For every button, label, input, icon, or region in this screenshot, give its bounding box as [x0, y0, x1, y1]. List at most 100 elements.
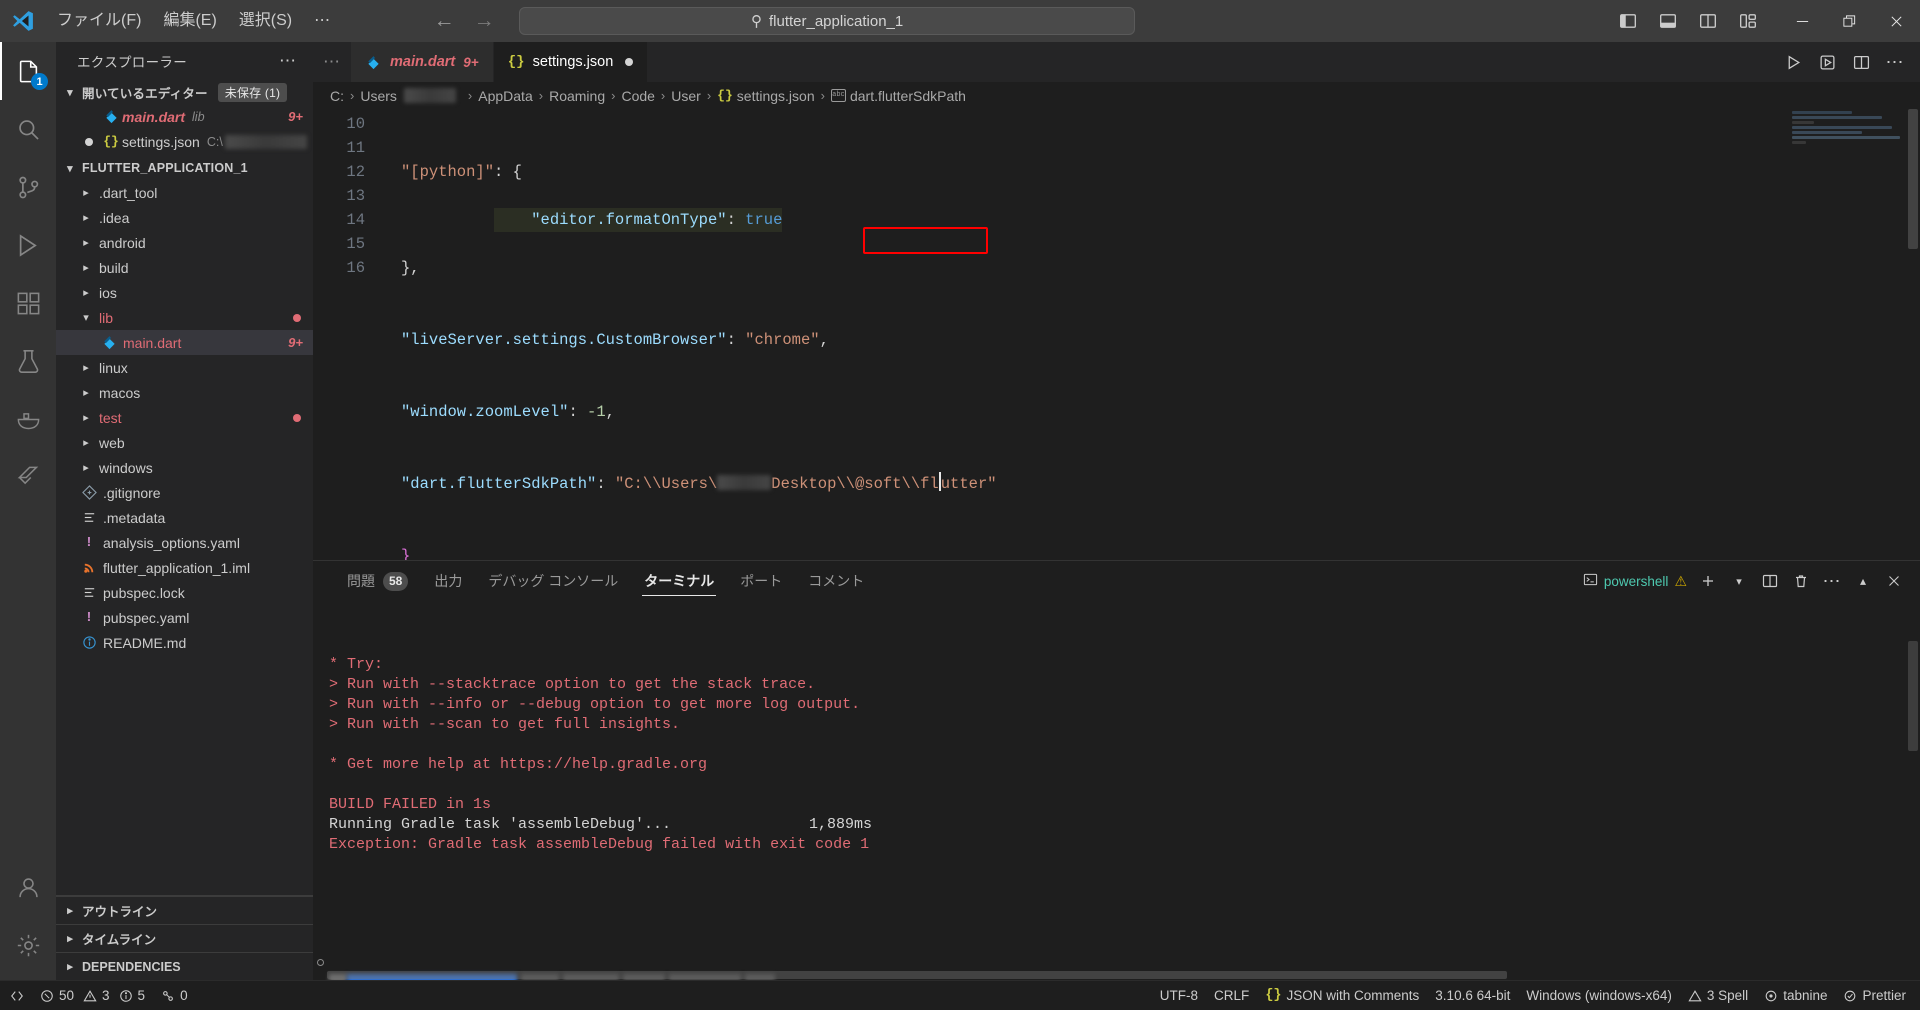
chevron-up-icon[interactable]: ▴ — [1849, 567, 1877, 595]
plus-icon[interactable] — [1694, 567, 1722, 595]
activity-item-extensions[interactable] — [0, 274, 56, 332]
prettier-status[interactable]: Prettier — [1835, 981, 1920, 1010]
breadcrumb-item-roaming[interactable]: Roaming — [549, 88, 605, 104]
tree-item-main-dart[interactable]: main.dart 9+ — [56, 330, 313, 355]
tabs-overflow-icon[interactable]: ⋯ — [313, 42, 351, 82]
chevron-down-icon[interactable]: ▾ — [1725, 567, 1753, 595]
terminal-scrollbar[interactable] — [1906, 601, 1920, 980]
tab-settings-json[interactable]: {} settings.json — [493, 42, 649, 82]
tab-comments[interactable]: コメント — [796, 561, 876, 601]
platform-status[interactable]: Windows (windows-x64) — [1518, 981, 1680, 1010]
activity-item-docker[interactable] — [0, 390, 56, 448]
arrow-left-icon[interactable]: ← — [433, 9, 455, 33]
code-content[interactable]: "[python]": { "editor.formatOnType": tru… — [401, 109, 1920, 560]
open-editor-settings-json[interactable]: {} settings.json C:\ — [56, 129, 313, 154]
section-open-editors[interactable]: ▾ 開いているエディター 未保存 (1) — [56, 80, 313, 104]
tree-item-readme-md[interactable]: README.md — [56, 630, 313, 655]
tabnine-status[interactable]: tabnine — [1756, 981, 1835, 1010]
toggle-primary-sidebar-icon[interactable] — [1611, 6, 1645, 36]
tree-item-web[interactable]: ▸ web — [56, 430, 313, 455]
tab-ports[interactable]: ポート — [728, 561, 794, 601]
minimize-button[interactable] — [1779, 0, 1826, 42]
breadcrumb-item-user[interactable]: User — [671, 88, 701, 104]
split-icon[interactable] — [1846, 47, 1876, 77]
ellipsis-icon[interactable]: ⋯ — [1880, 47, 1910, 77]
activity-item-accounts[interactable] — [0, 858, 56, 916]
problems-status[interactable]: 50 3 5 — [32, 981, 153, 1010]
tree-item-linux[interactable]: ▸ linux — [56, 355, 313, 380]
tab-main-dart[interactable]: main.dart 9+ — [351, 42, 494, 82]
tab-problems[interactable]: 問題 58 — [335, 561, 420, 601]
close-icon[interactable] — [1880, 567, 1908, 595]
tree-item--dart-tool[interactable]: ▸ .dart_tool — [56, 180, 313, 205]
quick-open-input[interactable]: ⚲ flutter_application_1 — [519, 7, 1136, 35]
tree-item-pubspec-lock[interactable]: pubspec.lock — [56, 580, 313, 605]
tree-item--idea[interactable]: ▸ .idea — [56, 205, 313, 230]
breadcrumb-item-users[interactable]: Users — [360, 88, 397, 104]
scrollbar-thumb[interactable] — [1908, 109, 1918, 249]
menu-file[interactable]: ファイル(F) — [46, 7, 152, 35]
python-interpreter-status[interactable]: 3.10.6 64-bit — [1427, 981, 1518, 1010]
tree-item-windows[interactable]: ▸ windows — [56, 455, 313, 480]
remote-indicator[interactable] — [0, 981, 32, 1010]
sidebar-item-outline[interactable]: ▸ アウトライン — [56, 896, 313, 924]
breadcrumb-item-code[interactable]: Code — [621, 88, 654, 104]
sidebar-item-timeline[interactable]: ▸ タイムライン — [56, 924, 313, 952]
activity-item-run-and-debug[interactable] — [0, 216, 56, 274]
tree-item-lib[interactable]: ▾ lib — [56, 305, 313, 330]
terminal-hscrollbar[interactable] — [313, 970, 1920, 980]
toggle-panel-icon[interactable] — [1651, 6, 1685, 36]
tree-item-analysis-options-yaml[interactable]: ! analysis_options.yaml — [56, 530, 313, 555]
split-icon[interactable] — [1756, 567, 1784, 595]
breadcrumb-item-file[interactable]: {} settings.json — [717, 88, 814, 104]
tree-item-test[interactable]: ▸ test — [56, 405, 313, 430]
tree-item-flutter-application-1-iml[interactable]: flutter_application_1.iml — [56, 555, 313, 580]
spell-checker-status[interactable]: 3 Spell — [1680, 981, 1756, 1010]
breadcrumb-item-drive[interactable]: C: — [330, 88, 344, 104]
language-mode-status[interactable]: {} JSON with Comments — [1257, 981, 1427, 1010]
menu-edit[interactable]: 編集(E) — [152, 7, 227, 35]
menu-more[interactable]: ⋯ — [303, 7, 341, 35]
run-debug-icon[interactable] — [1812, 47, 1842, 77]
tree-item-build[interactable]: ▸ build — [56, 255, 313, 280]
breadcrumb-item-symbol[interactable]: abc dart.flutterSdkPath — [830, 88, 966, 104]
tree-item-android[interactable]: ▸ android — [56, 230, 313, 255]
activity-item-explorer[interactable]: 1 — [0, 42, 56, 100]
tree-item-macos[interactable]: ▸ macos — [56, 380, 313, 405]
activity-item-flutter-devtools[interactable] — [0, 448, 56, 506]
minimap[interactable] — [1786, 109, 1906, 560]
terminal-output[interactable]: * Try: > Run with --stacktrace option to … — [313, 601, 1920, 980]
activity-item-manage[interactable] — [0, 916, 56, 974]
tree-item-ios[interactable]: ▸ ios — [56, 280, 313, 305]
ellipsis-icon[interactable]: ⋯ — [1818, 567, 1846, 595]
breadcrumb-item-appdata[interactable]: AppData — [478, 88, 532, 104]
tab-terminal[interactable]: ターミナル — [632, 561, 726, 601]
activity-item-source-control[interactable] — [0, 158, 56, 216]
editor-scrollbar[interactable] — [1906, 109, 1920, 560]
trash-icon[interactable] — [1787, 567, 1815, 595]
tab-output[interactable]: 出力 — [422, 561, 474, 601]
tab-dirty-indicator[interactable] — [625, 58, 634, 66]
activity-item-search[interactable] — [0, 100, 56, 158]
open-editor-main-dart[interactable]: main.dart lib 9+ — [56, 104, 313, 129]
ellipsis-icon[interactable]: ⋯ — [271, 51, 305, 71]
tree-item--metadata[interactable]: .metadata — [56, 505, 313, 530]
restore-button[interactable] — [1826, 0, 1873, 42]
activity-item-testing[interactable] — [0, 332, 56, 390]
encoding-status[interactable]: UTF-8 — [1152, 981, 1206, 1010]
customize-layout-icon[interactable] — [1731, 6, 1765, 36]
arrow-right-icon[interactable]: → — [473, 9, 495, 33]
section-project-root[interactable]: ▾ FLUTTER_APPLICATION_1 — [56, 156, 313, 180]
eol-status[interactable]: CRLF — [1206, 981, 1257, 1010]
sidebar-item-dependencies[interactable]: ▸ DEPENDENCIES — [56, 952, 313, 980]
menu-selection[interactable]: 選択(S) — [228, 7, 303, 35]
tab-debug-console[interactable]: デバッグ コンソール — [476, 561, 630, 601]
active-terminal-label[interactable]: powershell ⚠ — [1583, 572, 1691, 590]
scrollbar-thumb-horizontal[interactable] — [327, 971, 1507, 979]
scrollbar-thumb[interactable] — [1908, 641, 1918, 751]
ports-status[interactable]: 0 — [153, 981, 196, 1010]
play-icon[interactable] — [1778, 47, 1808, 77]
tree-item--gitignore[interactable]: .gitignore — [56, 480, 313, 505]
code-editor[interactable]: 10 11 12 13 14 15 16 "[python]": { "editor.for… — [313, 109, 1920, 560]
close-button[interactable] — [1873, 0, 1920, 42]
